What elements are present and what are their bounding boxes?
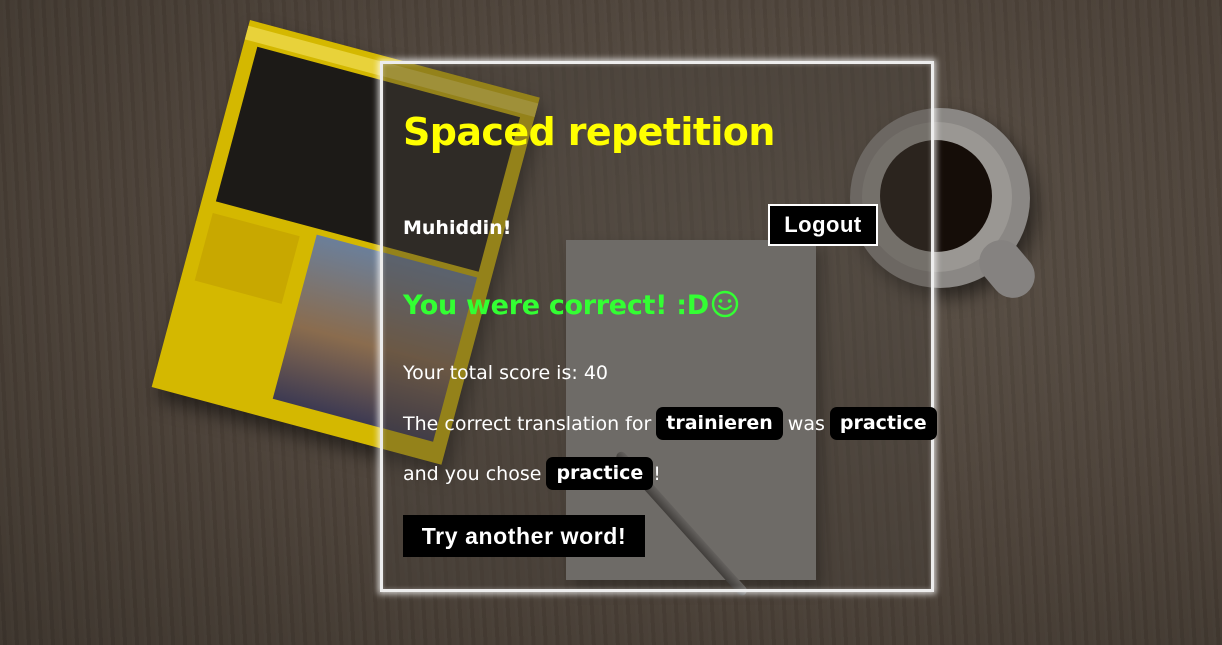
chosen-suffix: ! (653, 462, 661, 485)
chosen-prefix: and you chose (403, 462, 542, 485)
try-another-word-button[interactable]: Try another word! (403, 515, 645, 557)
correct-answer-chip: practice (829, 407, 937, 440)
page-title: Spaced repetition (403, 110, 775, 154)
result-message: You were correct! :D (403, 290, 739, 325)
result-text: You were correct! :D (403, 290, 709, 321)
translation-line: The correct translation for trainieren w… (403, 407, 942, 440)
quiz-card: Spaced repetition Muhiddin! Logout You w… (380, 61, 937, 592)
score-line: Your total score is: 40 (403, 362, 608, 384)
app-root: Spaced repetition Muhiddin! Logout You w… (0, 0, 1222, 645)
user-greeting: Muhiddin! (403, 217, 512, 239)
smiley-face-icon (711, 290, 739, 325)
score-label: Your total score is: (403, 362, 578, 384)
chosen-line: and you chose practice! (403, 457, 661, 490)
chosen-answer-chip: practice (546, 457, 654, 490)
score-value: 40 (583, 362, 608, 384)
logout-button[interactable]: Logout (768, 204, 878, 246)
translation-prefix: The correct translation for (403, 412, 652, 435)
translation-connector: was (787, 412, 825, 435)
german-word-chip: trainieren (656, 407, 783, 440)
